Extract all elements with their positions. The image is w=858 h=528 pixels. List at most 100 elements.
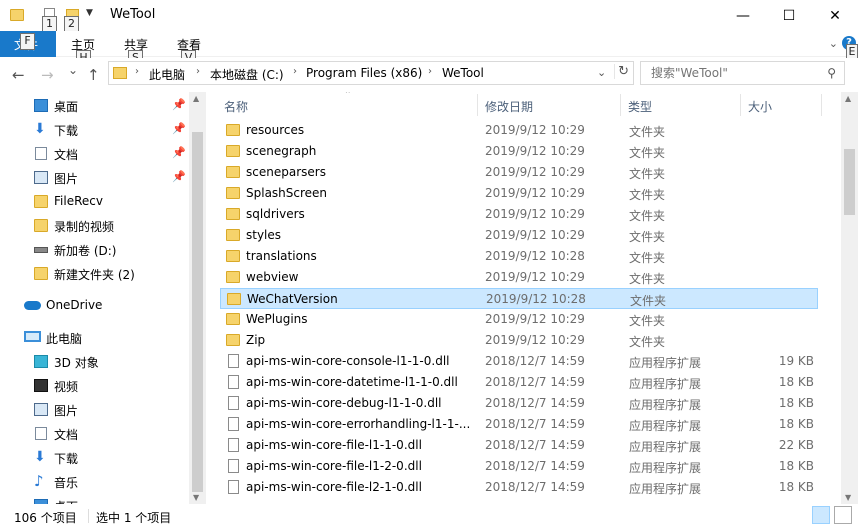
sidebar-item-3d-objects[interactable]: 3D 对象 bbox=[0, 350, 190, 374]
sidebar-item-new-folder-2[interactable]: 新建文件夹 (2) bbox=[0, 262, 190, 286]
folder-icon bbox=[226, 313, 240, 325]
keytip-f: F bbox=[20, 33, 35, 50]
file-name: api-ms-win-core-console-l1-1-0.dll bbox=[246, 354, 450, 368]
dll-file-icon bbox=[228, 375, 239, 389]
table-row[interactable]: WeChatVersion 2019/9/12 10:28 文件夹 bbox=[220, 288, 818, 309]
file-list-scrollbar[interactable]: ▲ ▼ bbox=[841, 92, 858, 504]
sidebar-item-documents-pc[interactable]: 文档 bbox=[0, 422, 190, 446]
scroll-up-icon[interactable]: ▲ bbox=[845, 94, 851, 103]
chevron-down-icon[interactable]: ⌄ bbox=[829, 37, 838, 50]
breadcrumb-separator[interactable]: › bbox=[293, 66, 297, 77]
scroll-down-icon[interactable]: ▼ bbox=[845, 493, 851, 502]
table-row[interactable]: api-ms-win-core-console-l1-1-0.dll 2018/1… bbox=[220, 351, 818, 372]
table-row[interactable]: translations 2019/9/12 10:28 文件夹 bbox=[220, 246, 818, 267]
table-row[interactable]: scenegraph 2019/9/12 10:29 文件夹 bbox=[220, 141, 818, 162]
minimize-button[interactable]: — bbox=[720, 0, 766, 31]
up-button[interactable]: ↑ bbox=[87, 66, 100, 84]
sidebar-item-pictures-pc[interactable]: 图片 bbox=[0, 398, 190, 422]
breadcrumb-separator[interactable]: › bbox=[196, 66, 200, 77]
details-view-icon[interactable] bbox=[812, 506, 830, 524]
download-icon: ⬇ bbox=[34, 449, 46, 465]
file-date: 2019/9/12 10:29 bbox=[485, 207, 585, 221]
column-divider[interactable] bbox=[620, 94, 621, 116]
forward-button[interactable]: → bbox=[41, 66, 54, 84]
music-icon: ♪ bbox=[34, 472, 44, 490]
navigation-pane-scrollbar[interactable]: ▲ ▼ bbox=[189, 92, 206, 504]
scrollbar-thumb[interactable] bbox=[192, 132, 203, 492]
file-type: 文件夹 bbox=[630, 294, 667, 308]
sidebar-item-desktop-pc[interactable]: 桌面 bbox=[0, 494, 190, 504]
close-button[interactable]: ✕ bbox=[812, 0, 858, 31]
column-divider[interactable] bbox=[740, 94, 741, 116]
table-row[interactable]: WePlugins 2019/9/12 10:29 文件夹 bbox=[220, 309, 818, 330]
sidebar-item-this-pc[interactable]: 此电脑 bbox=[0, 326, 190, 350]
column-divider[interactable] bbox=[821, 94, 822, 116]
file-name: SplashScreen bbox=[246, 186, 328, 200]
sidebar-item-drive-d[interactable]: 新加卷 (D:) bbox=[0, 238, 190, 262]
dll-file-icon bbox=[228, 459, 239, 473]
address-bar[interactable]: › 此电脑 › 本地磁盘 (C:) › Program Files (x86) … bbox=[108, 61, 634, 85]
scroll-down-icon[interactable]: ▼ bbox=[193, 493, 199, 502]
breadcrumb-this-pc[interactable]: 此电脑 bbox=[149, 66, 185, 83]
scrollbar-thumb[interactable] bbox=[844, 149, 855, 215]
file-date: 2018/12/7 14:59 bbox=[485, 438, 585, 452]
sidebar-item-label: 新建文件夹 (2) bbox=[54, 268, 135, 282]
file-name: translations bbox=[246, 249, 317, 263]
search-box[interactable]: ⚲ bbox=[640, 61, 845, 85]
address-dropdown-icon[interactable]: ⌄ bbox=[597, 66, 606, 79]
folder-icon bbox=[226, 166, 240, 178]
sidebar-item-downloads[interactable]: ⬇ 下载 📌 bbox=[0, 118, 190, 142]
table-row[interactable]: api-ms-win-core-datetime-l1-1-0.dll 2018/… bbox=[220, 372, 818, 393]
column-divider[interactable] bbox=[477, 94, 478, 116]
title-bar: 1 2 ▼ WeTool — ☐ ✕ bbox=[0, 0, 858, 33]
table-row[interactable]: resources 2019/9/12 10:29 文件夹 bbox=[220, 120, 818, 141]
table-row[interactable]: sceneparsers 2019/9/12 10:29 文件夹 bbox=[220, 162, 818, 183]
table-row[interactable]: api-ms-win-core-debug-l1-1-0.dll 2018/12/… bbox=[220, 393, 818, 414]
column-header-size[interactable]: 大小 bbox=[748, 92, 772, 118]
sidebar-item-label: FileRecv bbox=[54, 194, 103, 208]
table-row[interactable]: styles 2019/9/12 10:29 文件夹 bbox=[220, 225, 818, 246]
recent-locations-button[interactable]: ⌄ bbox=[68, 63, 78, 77]
customize-quick-access-icon[interactable]: ▼ bbox=[86, 8, 93, 24]
table-row[interactable]: sqldrivers 2019/9/12 10:29 文件夹 bbox=[220, 204, 818, 225]
column-header-name[interactable]: 名称 bbox=[224, 92, 248, 118]
table-row[interactable]: Zip 2019/9/12 10:29 文件夹 bbox=[220, 330, 818, 351]
breadcrumb-wetool[interactable]: WeTool bbox=[442, 66, 484, 80]
table-row[interactable]: api-ms-win-core-file-l1-1-0.dll 2018/12/7… bbox=[220, 435, 818, 456]
breadcrumb-program-files[interactable]: Program Files (x86) bbox=[306, 66, 422, 80]
table-row[interactable]: api-ms-win-core-file-l2-1-0.dll 2018/12/7… bbox=[220, 477, 818, 498]
sidebar-item-onedrive[interactable]: OneDrive bbox=[0, 294, 190, 318]
folder-icon bbox=[226, 229, 240, 241]
back-button[interactable]: ← bbox=[12, 66, 25, 84]
table-row[interactable]: api-ms-win-core-errorhandling-l1-1-... 20… bbox=[220, 414, 818, 435]
table-row[interactable]: api-ms-win-core-file-l1-2-0.dll 2018/12/7… bbox=[220, 456, 818, 477]
sidebar-item-pictures[interactable]: 图片 📌 bbox=[0, 166, 190, 190]
table-row[interactable]: webview 2019/9/12 10:29 文件夹 bbox=[220, 267, 818, 288]
sidebar-item-recorded-videos[interactable]: 录制的视频 bbox=[0, 214, 190, 238]
file-date: 2019/9/12 10:29 bbox=[485, 333, 585, 347]
sidebar-item-documents[interactable]: 文档 📌 bbox=[0, 142, 190, 166]
breadcrumb-local-disk[interactable]: 本地磁盘 (C:) bbox=[210, 66, 284, 83]
table-row[interactable]: SplashScreen 2019/9/12 10:29 文件夹 bbox=[220, 183, 818, 204]
column-header-date[interactable]: 修改日期 bbox=[485, 92, 533, 118]
sidebar-item-music[interactable]: ♪ 音乐 bbox=[0, 470, 190, 494]
scroll-up-icon[interactable]: ▲ bbox=[193, 94, 199, 103]
file-name: api-ms-win-core-debug-l1-1-0.dll bbox=[246, 396, 442, 410]
folder-icon bbox=[34, 195, 48, 208]
large-icons-view-icon[interactable] bbox=[834, 506, 852, 524]
refresh-button[interactable]: ↻ bbox=[614, 64, 629, 79]
sidebar-item-videos[interactable]: 视频 bbox=[0, 374, 190, 398]
column-header-type[interactable]: 类型 bbox=[628, 92, 652, 118]
onedrive-icon bbox=[24, 301, 41, 310]
sidebar-item-filerecv[interactable]: FileRecv bbox=[0, 190, 190, 214]
pictures-icon bbox=[34, 171, 48, 184]
file-type: 文件夹 bbox=[629, 188, 666, 202]
search-input[interactable] bbox=[651, 63, 821, 83]
sidebar-item-downloads-pc[interactable]: ⬇ 下载 bbox=[0, 446, 190, 470]
sidebar-item-desktop[interactable]: 桌面 📌 bbox=[0, 94, 190, 118]
folder-icon[interactable] bbox=[10, 9, 24, 21]
maximize-button[interactable]: ☐ bbox=[766, 0, 812, 31]
search-icon[interactable]: ⚲ bbox=[827, 66, 836, 80]
breadcrumb-separator[interactable]: › bbox=[428, 66, 432, 77]
breadcrumb-separator[interactable]: › bbox=[135, 66, 139, 77]
